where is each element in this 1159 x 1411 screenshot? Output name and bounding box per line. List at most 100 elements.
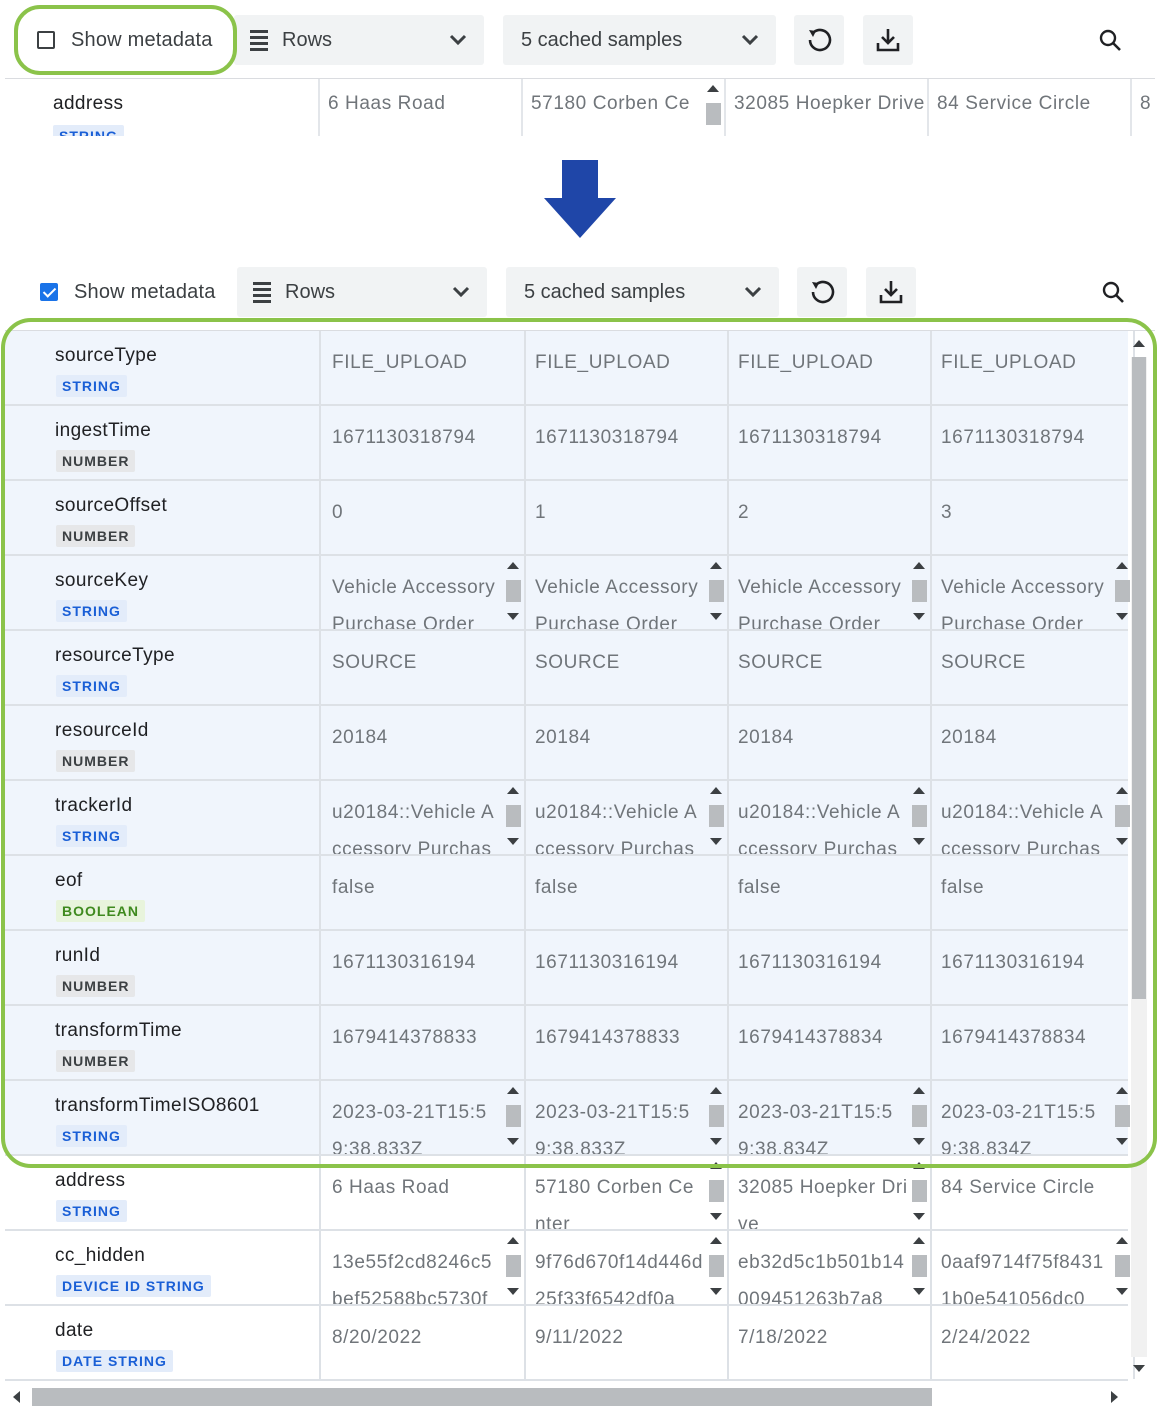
table-row: sourceType STRING FILE_UPLOAD FILE_UPLOAD FI… xyxy=(5,331,1135,406)
cell-value: 1679414378833 xyxy=(332,1027,478,1048)
search-icon[interactable] xyxy=(1101,280,1127,306)
show-metadata-toggle[interactable]: Show metadata xyxy=(37,15,213,65)
field-name-cell: transformTime NUMBER xyxy=(5,1006,321,1079)
download-button[interactable] xyxy=(866,267,916,317)
cell-scrollbar[interactable] xyxy=(707,1081,725,1154)
horizontal-scroll-thumb[interactable] xyxy=(32,1388,932,1406)
search-icon[interactable] xyxy=(1098,28,1124,54)
cell-scrollbar[interactable] xyxy=(504,556,522,629)
cell-scrollbar[interactable] xyxy=(504,1081,522,1154)
chevron-down-icon xyxy=(744,286,762,298)
value-cell: 20184 xyxy=(526,706,729,779)
samples-select[interactable]: 5 cached samples xyxy=(506,267,779,317)
field-name: resourceId xyxy=(55,720,149,741)
cell-value: 1679414378834 xyxy=(738,1027,884,1048)
value-cell: 0aaf9714f75f84311b0e541056dc0 xyxy=(932,1231,1135,1304)
value-cell: FILE_UPLOAD xyxy=(526,331,729,404)
field-name: transformTimeISO8601 xyxy=(55,1095,260,1116)
scroll-left-arrow[interactable] xyxy=(13,1391,20,1403)
cell-value: FILE_UPLOAD xyxy=(738,352,874,373)
type-badge: STRING xyxy=(56,600,127,622)
table-row: sourceKey STRING Vehicle Accessory Purchas… xyxy=(5,556,1135,631)
rows-icon xyxy=(250,29,268,51)
cell-scrollbar[interactable] xyxy=(910,1081,928,1154)
cell-value: 2023-03-21T15:59:38.834Z xyxy=(941,1102,1096,1154)
cell-scrollbar[interactable] xyxy=(910,556,928,629)
scroll-up-arrow[interactable] xyxy=(1133,340,1145,347)
field-name: transformTime xyxy=(55,1020,182,1041)
cell-value: 57180 Corben Center xyxy=(535,1177,694,1229)
cell-scrollbar[interactable] xyxy=(707,1156,725,1229)
value-cell: SOURCE xyxy=(729,631,932,704)
value-cell: 0 xyxy=(323,481,526,554)
show-metadata-toggle[interactable]: Show metadata xyxy=(40,267,216,317)
value-cell: eb32d5c1b501b14009451263b7a8 xyxy=(729,1231,932,1304)
field-name-cell: trackerId STRING xyxy=(5,781,321,854)
field-name: cc_hidden xyxy=(55,1245,146,1266)
show-metadata-checkbox[interactable] xyxy=(40,283,58,301)
value-cell: false xyxy=(323,856,526,929)
view-mode-value: Rows xyxy=(285,280,336,303)
field-name-cell: resourceId NUMBER xyxy=(5,706,321,779)
field-name-cell: sourceKey STRING xyxy=(5,556,321,629)
type-badge: NUMBER xyxy=(56,450,136,472)
show-metadata-checkbox[interactable] xyxy=(37,31,55,49)
cell-value: 32085 Hoepker Drive xyxy=(734,93,925,114)
vertical-scrollbar[interactable] xyxy=(1128,335,1150,1378)
samples-select[interactable]: 5 cached samples xyxy=(503,15,776,65)
download-icon xyxy=(879,281,903,304)
field-name: sourceOffset xyxy=(55,495,168,516)
cell-value: false xyxy=(941,877,985,898)
field-name-cell: date DATE STRING xyxy=(5,1306,321,1379)
download-button[interactable] xyxy=(863,15,913,65)
table-row: sourceOffset NUMBER 0 1 2 3 xyxy=(5,481,1135,556)
horizontal-scrollbar[interactable] xyxy=(5,1386,1128,1408)
view-mode-select[interactable]: Rows xyxy=(234,15,484,65)
value-cell: 2023-03-21T15:59:38.833Z xyxy=(526,1081,729,1154)
field-name: address xyxy=(55,1170,126,1191)
table-row: transformTimeISO8601 STRING 2023-03-21T15:… xyxy=(5,1081,1135,1156)
cell-value: 1671130316194 xyxy=(535,952,679,973)
refresh-button[interactable] xyxy=(794,15,844,65)
value-cell: 2/24/2022 xyxy=(932,1306,1135,1379)
records-grid: sourceType STRING FILE_UPLOAD FILE_UPLOAD FI… xyxy=(5,330,1155,1383)
field-name-cell: cc_hidden DEVICE ID STRING xyxy=(5,1231,321,1304)
scroll-down-arrow[interactable] xyxy=(1133,1365,1145,1372)
value-cell: 2023-03-21T15:59:38.834Z xyxy=(932,1081,1135,1154)
cell-value: false xyxy=(332,877,376,898)
strip-name-cell: address STRING xyxy=(5,79,320,136)
toolbar-before: Show metadata Rows 5 cached samples xyxy=(0,15,1159,65)
refresh-icon xyxy=(811,280,835,304)
cell-value: 1671130318794 xyxy=(535,427,679,448)
vertical-scroll-thumb[interactable] xyxy=(1132,357,1146,999)
value-cell: Vehicle Accessory Purchase Order xyxy=(729,556,932,629)
cell-scrollbar[interactable] xyxy=(707,781,725,854)
cell-scrollbar[interactable] xyxy=(707,556,725,629)
cell-scrollbar[interactable] xyxy=(704,79,722,136)
cell-value: 8/20/2022 xyxy=(332,1327,422,1348)
cell-value: SOURCE xyxy=(332,652,417,673)
view-mode-select[interactable]: Rows xyxy=(237,267,487,317)
cell-value: 1671130316194 xyxy=(738,952,882,973)
cell-value: FILE_UPLOAD xyxy=(941,352,1077,373)
cell-scrollbar[interactable] xyxy=(707,1231,725,1304)
cell-value: Vehicle Accessory Purchase Order xyxy=(941,577,1105,629)
value-cell: FILE_UPLOAD xyxy=(729,331,932,404)
cell-scrollbar[interactable] xyxy=(504,1231,522,1304)
cell-scrollbar[interactable] xyxy=(910,1231,928,1304)
view-mode-value: Rows xyxy=(282,28,333,51)
field-name: ingestTime xyxy=(55,420,152,441)
cell-value: 0 xyxy=(332,502,344,523)
refresh-button[interactable] xyxy=(797,267,847,317)
cell-value: 1679414378834 xyxy=(941,1027,1087,1048)
cell-scrollbar[interactable] xyxy=(910,1156,928,1229)
value-cell: 1671130318794 xyxy=(932,406,1135,479)
type-badge: STRING xyxy=(53,125,124,136)
field-name-cell: resourceType STRING xyxy=(5,631,321,704)
field-name: trackerId xyxy=(55,795,133,816)
cell-scrollbar[interactable] xyxy=(504,781,522,854)
cell-value: Vehicle Accessory Purchase Order xyxy=(738,577,902,629)
cell-value: 84 Service Circle xyxy=(937,93,1091,114)
cell-scrollbar[interactable] xyxy=(910,781,928,854)
scroll-right-arrow[interactable] xyxy=(1111,1391,1118,1403)
